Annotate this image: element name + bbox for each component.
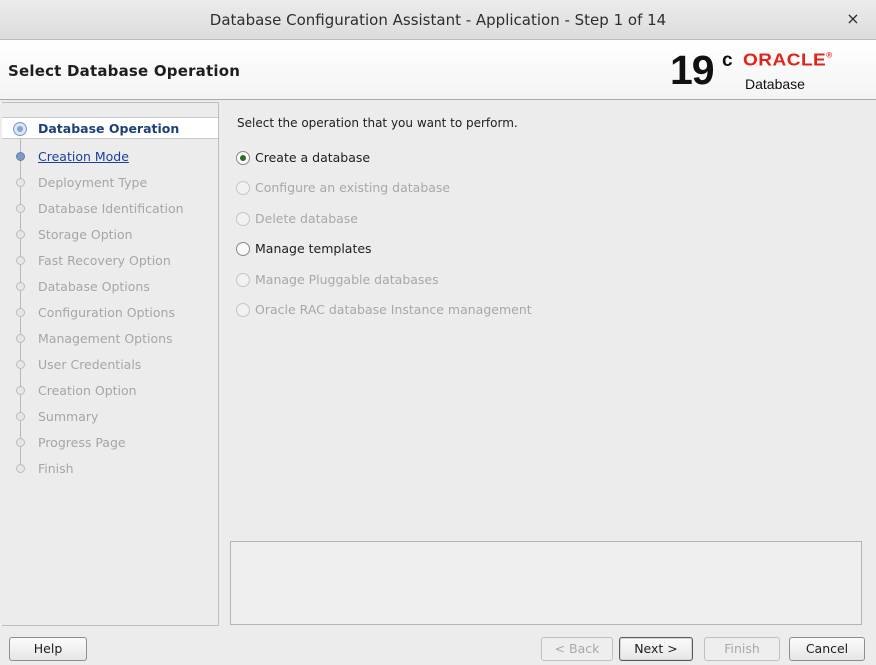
radio-label: Configure an existing database <box>255 180 451 195</box>
nav-item-label: Creation Mode <box>38 149 129 164</box>
oracle-logo: 19 c ORACLE® Database <box>670 48 870 94</box>
nav-item-management-options: Management Options <box>2 327 218 349</box>
next-button[interactable]: Next > <box>619 637 693 661</box>
option-create-a-database[interactable]: Create a database <box>236 148 656 168</box>
page-title: Select Database Operation <box>8 62 241 80</box>
cancel-button-label: Cancel <box>805 641 849 656</box>
step-status-icon <box>16 334 25 343</box>
nav-item-database-operation[interactable]: Database Operation <box>2 117 218 139</box>
option-delete-database: Delete database <box>236 209 656 229</box>
window-title: Database Configuration Assistant - Appli… <box>209 11 667 29</box>
step-status-icon <box>16 152 25 161</box>
nav-item-label: Summary <box>38 409 99 424</box>
step-status-icon <box>13 122 27 136</box>
nav-item-label: Fast Recovery Option <box>38 253 171 268</box>
radio-label: Oracle RAC database Instance management <box>255 302 532 317</box>
nav-item-configuration-options: Configuration Options <box>2 301 218 323</box>
radio-button <box>236 273 250 287</box>
nav-item-label: Management Options <box>38 331 173 346</box>
nav-item-label: Finish <box>38 461 74 476</box>
radio-button <box>236 303 250 317</box>
step-status-icon <box>16 412 25 421</box>
nav-item-label: Database Operation <box>38 121 180 136</box>
step-status-icon <box>16 282 25 291</box>
step-status-icon <box>16 256 25 265</box>
radio-label: Create a database <box>255 150 371 165</box>
nav-item-summary: Summary <box>2 405 218 427</box>
operation-prompt: Select the operation that you want to pe… <box>237 116 518 130</box>
nav-item-label: Creation Option <box>38 383 137 398</box>
cancel-button[interactable]: Cancel <box>789 637 865 661</box>
option-oracle-rac-database-instance-management: Oracle RAC database Instance management <box>236 300 656 320</box>
nav-item-label: User Credentials <box>38 357 142 372</box>
nav-item-storage-option: Storage Option <box>2 223 218 245</box>
nav-item-label: Database Options <box>38 279 150 294</box>
step-status-icon <box>16 178 25 187</box>
step-status-icon <box>16 386 25 395</box>
logo-vendor: ORACLE® <box>743 50 833 71</box>
description-panel <box>230 541 862 625</box>
radio-label: Delete database <box>255 211 358 226</box>
nav-item-finish: Finish <box>2 457 218 479</box>
nav-item-label: Database Identification <box>38 201 184 216</box>
radio-button[interactable] <box>236 151 250 165</box>
help-button-label: Help <box>33 641 63 656</box>
radio-button <box>236 181 250 195</box>
nav-item-creation-option: Creation Option <box>2 379 218 401</box>
nav-item-label: Progress Page <box>38 435 126 450</box>
nav-item-progress-page: Progress Page <box>2 431 218 453</box>
nav-item-label: Deployment Type <box>38 175 148 190</box>
option-configure-an-existing-database: Configure an existing database <box>236 178 656 198</box>
radio-label: Manage templates <box>255 241 372 256</box>
page-header: Select Database Operation 19 c ORACLE® D… <box>0 40 876 100</box>
step-status-icon <box>16 204 25 213</box>
main-content: Select the operation that you want to pe… <box>220 102 876 626</box>
window-titlebar: Database Configuration Assistant - Appli… <box>0 0 876 40</box>
nav-item-database-options: Database Options <box>2 275 218 297</box>
button-bar: Help < Back Next > Finish Cancel <box>0 626 876 665</box>
finish-button-label: Finish <box>724 641 760 656</box>
radio-button[interactable] <box>236 242 250 256</box>
logo-product: Database <box>745 76 805 92</box>
radio-button <box>236 212 250 226</box>
radio-label: Manage Pluggable databases <box>255 272 439 287</box>
nav-item-user-credentials: User Credentials <box>2 353 218 375</box>
logo-version: 19 <box>670 47 715 93</box>
nav-item-fast-recovery-option: Fast Recovery Option <box>2 249 218 271</box>
nav-item-creation-mode[interactable]: Creation Mode <box>2 145 218 167</box>
logo-version-sup: c <box>722 50 733 71</box>
close-icon[interactable]: × <box>844 9 862 29</box>
help-button[interactable]: Help <box>9 637 87 661</box>
nav-item-label: Configuration Options <box>38 305 175 320</box>
option-manage-templates[interactable]: Manage templates <box>236 239 656 259</box>
step-status-icon <box>16 464 25 473</box>
next-button-label: Next > <box>634 641 678 656</box>
step-navigation: Database Operation Creation Mode Deploymen… <box>2 102 219 626</box>
option-manage-pluggable-databases: Manage Pluggable databases <box>236 270 656 290</box>
back-button-label: < Back <box>554 641 600 656</box>
nav-item-deployment-type: Deployment Type <box>2 171 218 193</box>
nav-item-database-identification: Database Identification <box>2 197 218 219</box>
step-status-icon <box>16 230 25 239</box>
step-status-icon <box>16 308 25 317</box>
nav-item-label: Storage Option <box>38 227 133 242</box>
step-status-icon <box>16 360 25 369</box>
step-status-icon <box>16 438 25 447</box>
finish-button[interactable]: Finish <box>704 637 780 661</box>
back-button[interactable]: < Back <box>541 637 613 661</box>
